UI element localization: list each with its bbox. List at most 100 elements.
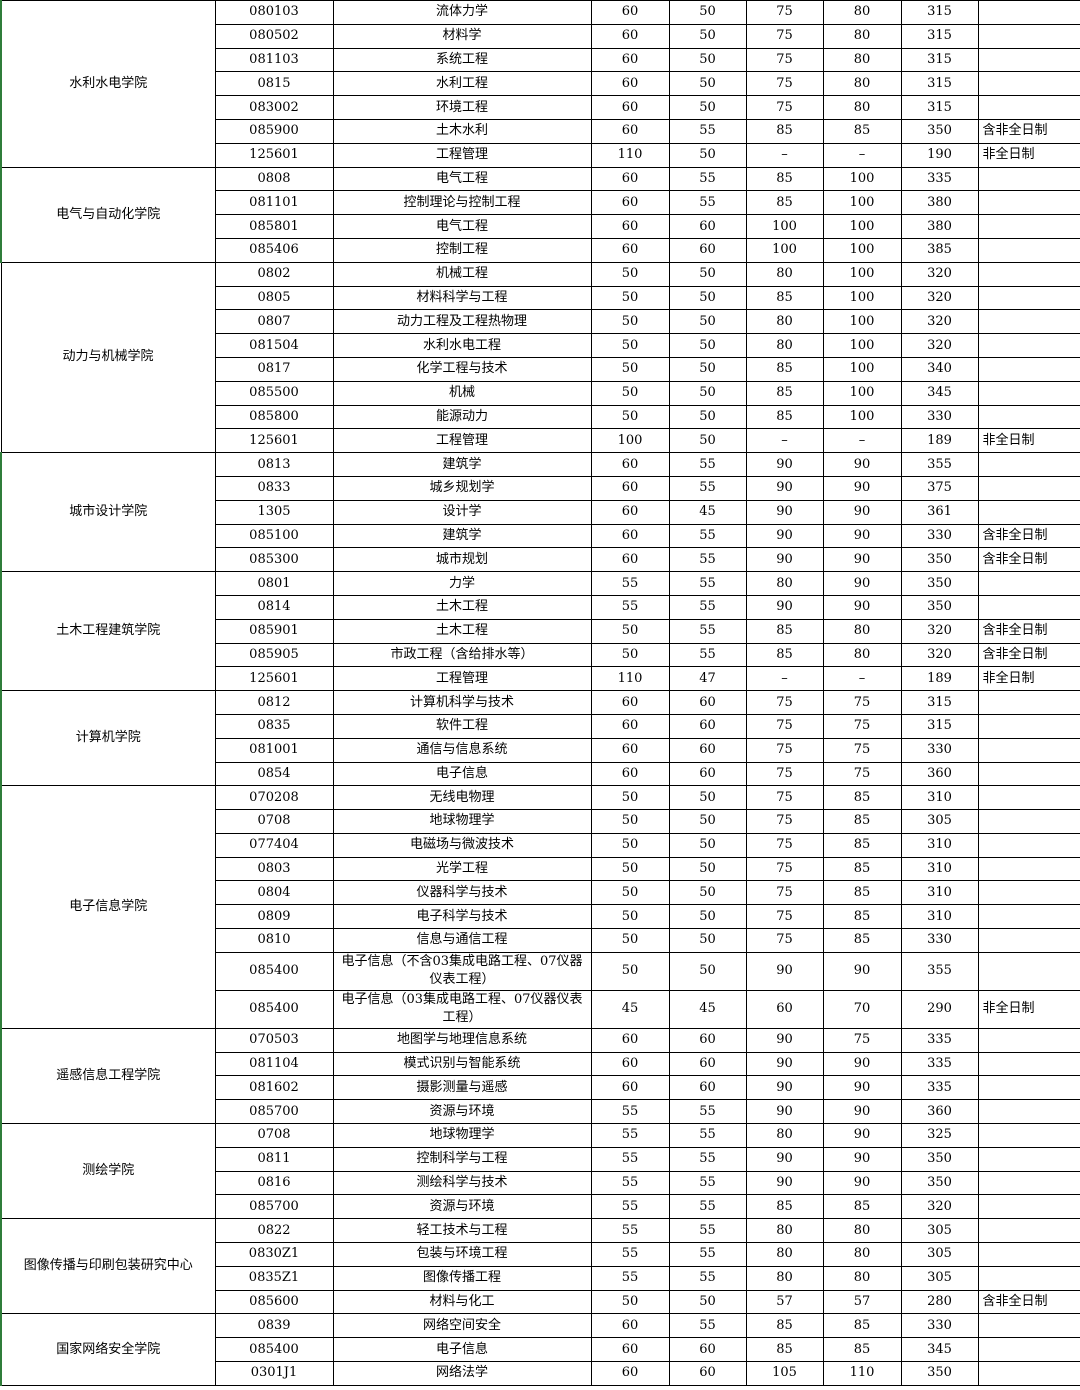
foreign-language-score-cell: 55	[668, 1123, 747, 1148]
subject1-score-cell: 85	[745, 118, 824, 144]
subject1-score-cell: 90	[745, 1027, 824, 1053]
note-cell	[977, 904, 1080, 930]
program-code-cell: 0301J1	[214, 1361, 334, 1386]
program-name-cell: 能源动力	[332, 404, 592, 430]
total-score-cell: 335	[900, 1075, 979, 1101]
total-score-cell: 350	[900, 594, 979, 620]
subject2-score-cell: 85	[822, 832, 902, 858]
subject1-score-cell: 75	[745, 904, 824, 930]
subject1-score-cell: 75	[745, 856, 824, 882]
subject2-score-cell: 80	[822, 0, 902, 25]
subject1-score-cell: 85	[745, 285, 824, 311]
table-row: 图像传播与印刷包装研究中心 0822 轻工技术与工程 55 55 80 80 305	[0, 1218, 1080, 1315]
subject2-score-cell: 80	[822, 47, 902, 73]
note-cell	[977, 1265, 1080, 1291]
program-name-cell: 建筑学	[332, 523, 592, 549]
note-cell	[977, 761, 1080, 787]
total-score-cell: 335	[900, 166, 979, 192]
program-code-cell: 085801	[214, 214, 334, 239]
note-cell: 含非全日制	[977, 118, 1080, 144]
foreign-language-score-cell: 50	[668, 809, 747, 834]
foreign-language-score-cell: 50	[668, 404, 747, 430]
table-row: 城市设计学院 0813 建筑学 60 55 90 90 355	[0, 452, 1080, 573]
politics-score-cell: 60	[590, 713, 670, 739]
note-cell	[977, 1099, 1080, 1125]
program-code-cell: 077404	[214, 832, 334, 858]
subject1-score-cell: 75	[745, 95, 824, 120]
subject1-score-cell: 85	[745, 380, 824, 406]
total-score-cell: 375	[900, 475, 979, 501]
note-cell	[977, 499, 1080, 525]
table-row: 电子信息学院 070208 无线电物理 50 50 75 85 310	[0, 785, 1080, 1029]
total-score-cell: 315	[900, 690, 979, 715]
foreign-language-score-cell: 50	[668, 285, 747, 311]
foreign-language-score-cell: 45	[668, 499, 747, 525]
note-cell	[977, 880, 1080, 906]
foreign-language-score-cell: 50	[668, 856, 747, 882]
subject1-score-cell: 75	[745, 832, 824, 858]
program-name-cell: 模式识别与智能系统	[332, 1051, 592, 1077]
program-name-cell: 电子科学与技术	[332, 904, 592, 930]
subject2-score-cell: 80	[822, 618, 902, 644]
foreign-language-score-cell: 50	[668, 832, 747, 858]
program-code-cell: 125601	[214, 666, 334, 692]
program-name-cell: 电子信息（不含03集成电路工程、07仪器仪表工程）	[332, 951, 592, 991]
total-score-cell: 360	[900, 761, 979, 787]
politics-score-cell: 60	[590, 0, 670, 25]
table-row: 计算机学院 0812 计算机科学与技术 60 60 75 75 315	[0, 690, 1080, 787]
total-score-cell: 305	[900, 809, 979, 834]
total-score-cell: 320	[900, 642, 979, 668]
program-code-cell: 085406	[214, 237, 334, 263]
program-code-cell: 125601	[214, 142, 334, 168]
total-score-cell: 305	[900, 1242, 979, 1267]
total-score-cell: 189	[900, 666, 979, 692]
subject1-score-cell: 90	[745, 1051, 824, 1077]
note-cell	[977, 356, 1080, 382]
foreign-language-score-cell: 55	[668, 1265, 747, 1291]
foreign-language-score-cell: 55	[668, 1099, 747, 1125]
foreign-language-score-cell: 60	[668, 1337, 747, 1363]
subject1-score-cell: 75	[745, 71, 824, 97]
total-score-cell: 330	[900, 928, 979, 953]
subject2-score-cell: –	[822, 428, 902, 454]
total-score-cell: 320	[900, 309, 979, 335]
foreign-language-score-cell: 45	[668, 989, 747, 1029]
total-score-cell: 330	[900, 404, 979, 430]
program-code-cell: 085400	[214, 951, 334, 991]
note-cell	[977, 23, 1080, 49]
subject2-score-cell: 90	[822, 571, 902, 596]
program-code-cell: 085900	[214, 118, 334, 144]
program-name-cell: 城乡规划学	[332, 475, 592, 501]
subject1-score-cell: 90	[745, 523, 824, 549]
politics-score-cell: 60	[590, 214, 670, 239]
politics-score-cell: 55	[590, 1218, 670, 1244]
note-cell: 含非全日制	[977, 642, 1080, 668]
foreign-language-score-cell: 50	[668, 142, 747, 168]
politics-score-cell: 55	[590, 1194, 670, 1220]
score-table-body: 水利水电学院 080103 流体力学 60 50 75 80 315 080502 材料学 60 50…	[0, 0, 1080, 1386]
total-score-cell: 305	[900, 1265, 979, 1291]
note-cell	[977, 809, 1080, 834]
total-score-cell: 290	[900, 989, 979, 1029]
program-name-cell: 电子信息（03集成电路工程、07仪器仪表工程）	[332, 989, 592, 1029]
subject1-score-cell: 90	[745, 1099, 824, 1125]
subject2-score-cell: 85	[822, 856, 902, 882]
school-name-cell: 图像传播与印刷包装研究中心	[0, 1218, 216, 1315]
program-name-cell: 摄影测量与遥感	[332, 1075, 592, 1101]
total-score-cell: 280	[900, 1289, 979, 1315]
politics-score-cell: 60	[590, 737, 670, 763]
note-cell: 含非全日制	[977, 547, 1080, 573]
politics-score-cell: 55	[590, 1265, 670, 1291]
program-name-cell: 土木工程	[332, 618, 592, 644]
total-score-cell: 350	[900, 571, 979, 596]
subject2-score-cell: 90	[822, 547, 902, 573]
subject2-score-cell: 70	[822, 989, 902, 1029]
politics-score-cell: 50	[590, 785, 670, 811]
table-row: 遥感信息工程学院 070503 地图学与地理信息系统 60 60 90 75 335	[0, 1027, 1080, 1125]
foreign-language-score-cell: 50	[668, 47, 747, 73]
subject1-score-cell: 85	[745, 404, 824, 430]
program-code-cell: 0833	[214, 475, 334, 501]
foreign-language-score-cell: 50	[668, 928, 747, 953]
program-name-cell: 机械工程	[332, 261, 592, 287]
subject1-score-cell: 80	[745, 261, 824, 287]
